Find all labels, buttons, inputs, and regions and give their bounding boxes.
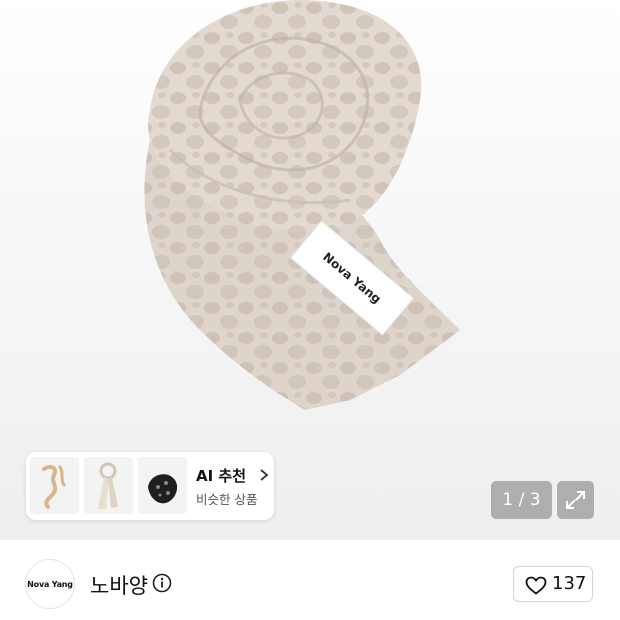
product-image-area[interactable]: Nova Yang AI 추천 비슷한 상품 1 / 3 <box>0 0 620 540</box>
black-scarf-thumbnail[interactable] <box>138 457 187 514</box>
brand-name[interactable]: 노바양 <box>90 570 148 600</box>
expand-icon <box>566 491 585 509</box>
ai-recommend-subtitle: 비슷한 상품 <box>196 492 258 507</box>
brand-logo[interactable]: Nova Yang <box>25 559 75 609</box>
ivory-scarf-thumbnail[interactable] <box>84 457 133 514</box>
heart-icon <box>525 576 547 595</box>
hair-scarf-icon <box>42 465 66 509</box>
like-button[interactable]: 137 <box>513 566 593 602</box>
black-scarf-icon <box>148 474 178 504</box>
fullscreen-button[interactable] <box>557 481 594 519</box>
hair-scarf-thumbnail[interactable] <box>30 457 79 514</box>
image-counter: 1 / 3 <box>491 481 552 519</box>
ivory-scarf-icon <box>98 462 118 509</box>
ai-recommend-title: AI 추천 <box>196 467 247 485</box>
like-count: 137 <box>552 573 587 594</box>
ai-recommend-card[interactable]: AI 추천 비슷한 상품 <box>26 452 274 520</box>
info-icon[interactable] <box>152 573 172 593</box>
chevron-right-icon <box>260 469 269 481</box>
